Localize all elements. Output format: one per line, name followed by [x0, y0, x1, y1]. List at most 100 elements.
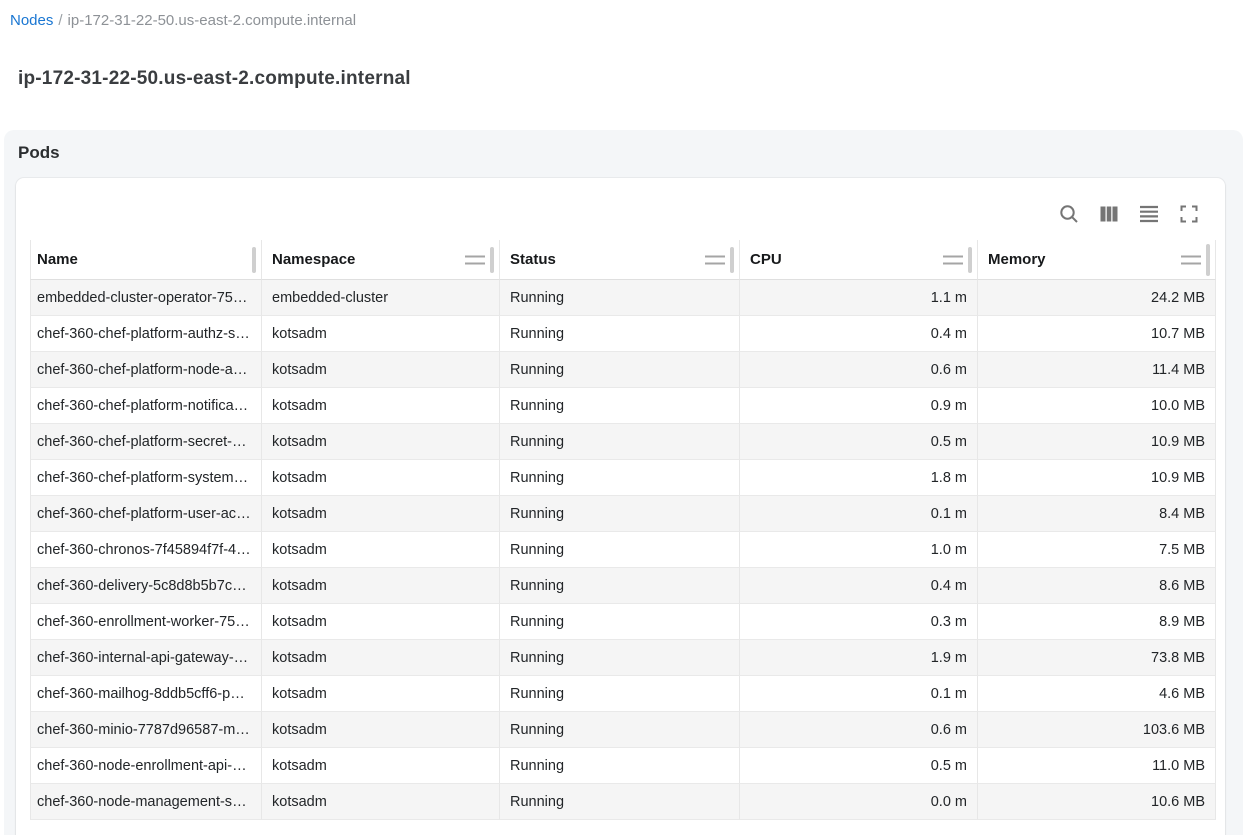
pod-memory-cell: 11.0 MB	[978, 748, 1216, 784]
table-row: chef-360-mailhog-8ddb5cff6-pb… kotsadm R…	[30, 676, 1216, 712]
fullscreen-icon	[1177, 202, 1201, 226]
column-resize-handle[interactable]	[730, 247, 734, 273]
pod-memory-cell: 10.7 MB	[978, 316, 1216, 352]
table-row: embedded-cluster-operator-758… embedded-…	[30, 280, 1216, 316]
pod-cpu-cell: 0.5 m	[740, 424, 978, 460]
pod-cpu-cell: 0.9 m	[740, 388, 978, 424]
pod-status-cell: Running	[500, 316, 740, 352]
table-row: chef-360-chef-platform-user-acc… kotsadm…	[30, 496, 1216, 532]
breadcrumb-current: ip-172-31-22-50.us-east-2.compute.intern…	[68, 12, 357, 29]
pod-status-cell: Running	[500, 352, 740, 388]
pod-cpu-cell: 1.1 m	[740, 280, 978, 316]
breadcrumb: Nodes / ip-172-31-22-50.us-east-2.compute.…	[10, 12, 356, 29]
table-row: chef-360-delivery-5c8d8b5b7c-r… kotsadm …	[30, 568, 1216, 604]
pod-memory-cell: 10.6 MB	[978, 784, 1216, 820]
pod-namespace-cell: kotsadm	[262, 424, 500, 460]
table-row: chef-360-chef-platform-secret-s… kotsadm…	[30, 424, 1216, 460]
search-icon	[1057, 202, 1081, 226]
pod-namespace-cell: kotsadm	[262, 712, 500, 748]
pod-status-cell: Running	[500, 568, 740, 604]
pod-cpu-cell: 0.4 m	[740, 316, 978, 352]
pod-cpu-cell: 1.0 m	[740, 532, 978, 568]
pod-name-cell: chef-360-chronos-7f45894f7f-4s…	[30, 532, 262, 568]
table-row: chef-360-internal-api-gateway-6… kotsadm…	[30, 640, 1216, 676]
table-toolbar	[1049, 194, 1209, 234]
column-header-status[interactable]: Status	[500, 240, 740, 280]
pod-namespace-cell: kotsadm	[262, 316, 500, 352]
pod-namespace-cell: kotsadm	[262, 604, 500, 640]
pod-memory-cell: 73.8 MB	[978, 640, 1216, 676]
pod-namespace-cell: kotsadm	[262, 352, 500, 388]
table-row: chef-360-chef-platform-notificati… kotsa…	[30, 388, 1216, 424]
pod-name-cell: chef-360-mailhog-8ddb5cff6-pb…	[30, 676, 262, 712]
column-resize-handle[interactable]	[1206, 244, 1210, 276]
pod-memory-cell: 11.4 MB	[978, 352, 1216, 388]
pod-status-cell: Running	[500, 280, 740, 316]
node-detail-page: Nodes / ip-172-31-22-50.us-east-2.compute.…	[0, 0, 1259, 835]
column-resize-handle[interactable]	[490, 247, 494, 273]
pod-cpu-cell: 0.4 m	[740, 568, 978, 604]
pod-namespace-cell: embedded-cluster	[262, 280, 500, 316]
pod-name-cell: chef-360-node-enrollment-api-7…	[30, 748, 262, 784]
pod-cpu-cell: 1.9 m	[740, 640, 978, 676]
pod-memory-cell: 8.4 MB	[978, 496, 1216, 532]
column-label: CPU	[750, 251, 782, 268]
show-hide-columns-button[interactable]	[1089, 194, 1129, 234]
table-row: chef-360-enrollment-worker-758… kotsadm …	[30, 604, 1216, 640]
pod-name-cell: chef-360-chef-platform-system-…	[30, 460, 262, 496]
column-header-name[interactable]: Name	[30, 240, 262, 280]
pod-cpu-cell: 0.1 m	[740, 496, 978, 532]
breadcrumb-nodes-link[interactable]: Nodes	[10, 12, 53, 29]
breadcrumb-separator: /	[58, 12, 62, 29]
pod-cpu-cell: 0.3 m	[740, 604, 978, 640]
pod-namespace-cell: kotsadm	[262, 784, 500, 820]
column-drag-handle[interactable]	[705, 255, 725, 264]
pod-namespace-cell: kotsadm	[262, 388, 500, 424]
pod-status-cell: Running	[500, 676, 740, 712]
pod-cpu-cell: 0.6 m	[740, 712, 978, 748]
pod-status-cell: Running	[500, 784, 740, 820]
toggle-fullscreen-button[interactable]	[1169, 194, 1209, 234]
pod-namespace-cell: kotsadm	[262, 640, 500, 676]
column-resize-handle[interactable]	[968, 247, 972, 273]
pod-status-cell: Running	[500, 388, 740, 424]
pod-memory-cell: 24.2 MB	[978, 280, 1216, 316]
pod-namespace-cell: kotsadm	[262, 496, 500, 532]
pod-namespace-cell: kotsadm	[262, 460, 500, 496]
pod-name-cell: chef-360-chef-platform-node-ac…	[30, 352, 262, 388]
pods-table: Name Namespace Status	[30, 240, 1216, 820]
pod-name-cell: embedded-cluster-operator-758…	[30, 280, 262, 316]
pod-memory-cell: 7.5 MB	[978, 532, 1216, 568]
column-resize-handle[interactable]	[252, 247, 256, 273]
pod-namespace-cell: kotsadm	[262, 532, 500, 568]
table-header-row: Name Namespace Status	[30, 240, 1216, 280]
pod-memory-cell: 10.9 MB	[978, 424, 1216, 460]
pods-section-title: Pods	[18, 143, 60, 163]
page-title: ip-172-31-22-50.us-east-2.compute.intern…	[18, 68, 411, 90]
pod-name-cell: chef-360-internal-api-gateway-6…	[30, 640, 262, 676]
column-header-memory[interactable]: Memory	[978, 240, 1216, 280]
pod-name-cell: chef-360-chef-platform-notificati…	[30, 388, 262, 424]
table-row: chef-360-chef-platform-system-… kotsadm …	[30, 460, 1216, 496]
column-drag-handle[interactable]	[465, 255, 485, 264]
table-row: chef-360-chef-platform-node-ac… kotsadm …	[30, 352, 1216, 388]
pod-name-cell: chef-360-chef-platform-authz-se…	[30, 316, 262, 352]
pod-memory-cell: 8.6 MB	[978, 568, 1216, 604]
pod-status-cell: Running	[500, 712, 740, 748]
pods-section-card: Pods	[4, 130, 1243, 835]
column-drag-handle[interactable]	[1181, 255, 1201, 264]
view-columns-icon	[1097, 202, 1121, 226]
search-button[interactable]	[1049, 194, 1089, 234]
column-header-namespace[interactable]: Namespace	[262, 240, 500, 280]
column-label: Status	[510, 251, 556, 268]
pod-status-cell: Running	[500, 424, 740, 460]
column-header-cpu[interactable]: CPU	[740, 240, 978, 280]
pod-name-cell: chef-360-enrollment-worker-758…	[30, 604, 262, 640]
column-drag-handle[interactable]	[943, 255, 963, 264]
pods-table-body: embedded-cluster-operator-758… embedded-…	[30, 280, 1216, 820]
toggle-density-button[interactable]	[1129, 194, 1169, 234]
pod-cpu-cell: 0.0 m	[740, 784, 978, 820]
density-icon	[1137, 202, 1161, 226]
pod-memory-cell: 103.6 MB	[978, 712, 1216, 748]
pod-status-cell: Running	[500, 460, 740, 496]
